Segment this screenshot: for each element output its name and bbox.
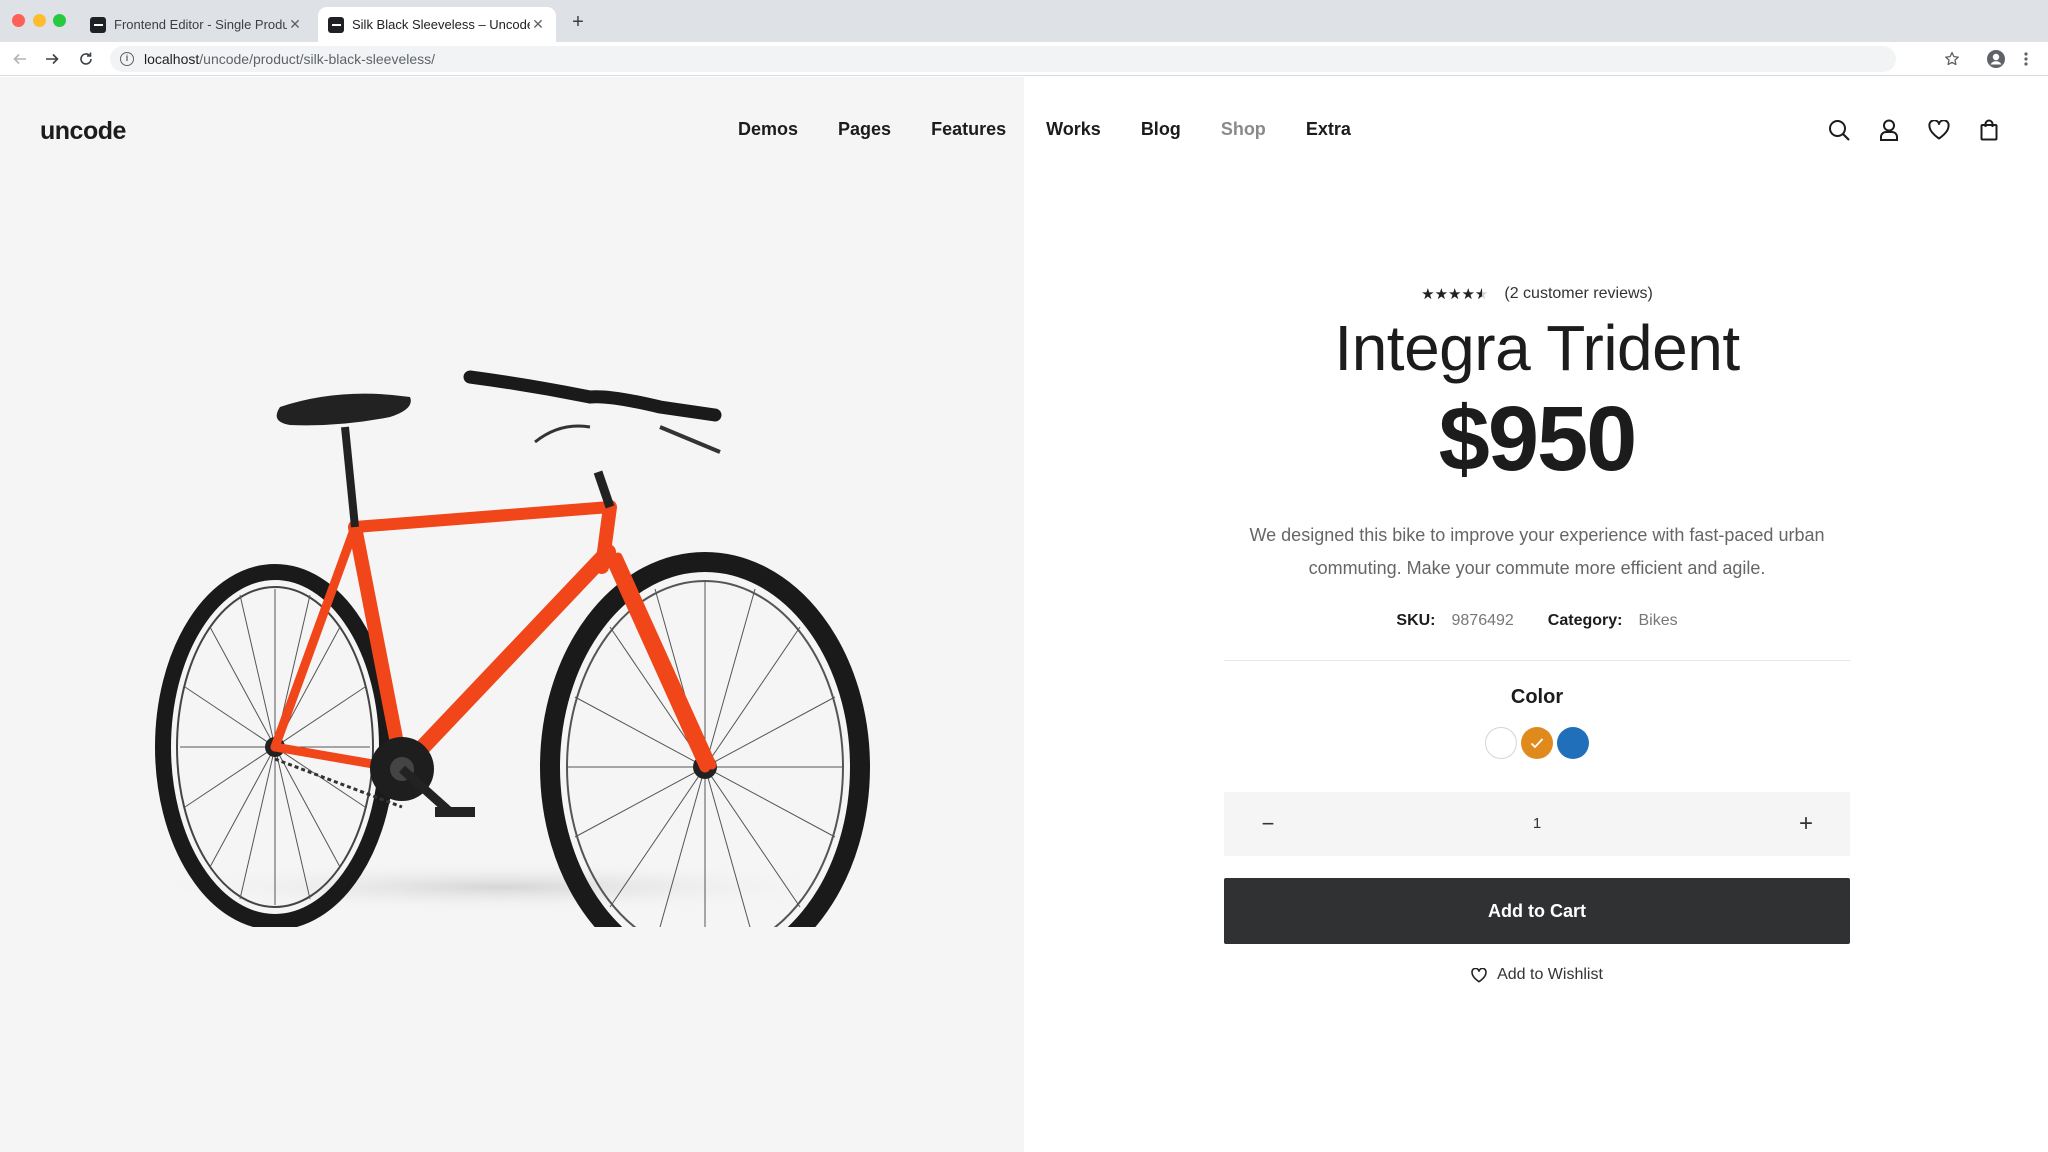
close-window-button[interactable] [12, 14, 25, 27]
heart-icon[interactable] [1926, 117, 1952, 143]
bike-frame [270, 500, 717, 777]
check-icon [1530, 738, 1544, 749]
star-rating-fill: ★★★★★ [1421, 286, 1482, 303]
nav-item-works[interactable]: Works [1046, 119, 1101, 140]
minimize-window-button[interactable] [33, 14, 46, 27]
bag-icon[interactable] [1976, 117, 2002, 143]
site-favicon-icon [90, 16, 106, 33]
nav-item-pages[interactable]: Pages [838, 119, 891, 140]
product-rating: ★★★★★ ★★★★★ (2 customer reviews) [1224, 285, 1850, 303]
url-path: /uncode/product/silk-black-sleeveless/ [199, 51, 436, 67]
browser-tab-frontend-editor[interactable]: Frontend Editor - Single Produ ✕ [80, 7, 313, 42]
close-tab-icon[interactable]: ✕ [530, 16, 546, 33]
category-link[interactable]: Bikes [1638, 612, 1677, 630]
browser-tab-bar: Frontend Editor - Single Produ ✕ Silk Bl… [0, 0, 2048, 42]
product-gallery [0, 77, 1024, 1152]
heart-icon [1471, 967, 1487, 983]
add-to-cart-button[interactable]: Add to Cart [1224, 878, 1850, 944]
color-swatches [1224, 727, 1850, 759]
page: uncode Demos Pages Features Works Blog S… [0, 77, 2048, 1152]
site-favicon-icon [328, 16, 344, 33]
new-tab-button[interactable]: + [566, 10, 590, 34]
swatch-white[interactable] [1485, 727, 1517, 759]
sku-label: SKU: [1396, 612, 1436, 629]
quantity-stepper: 1 − + [1224, 792, 1850, 856]
swatch-blue[interactable] [1557, 727, 1589, 759]
nav-item-demos[interactable]: Demos [738, 119, 798, 140]
star-rating: ★★★★★ ★★★★★ [1421, 285, 1488, 303]
tab-title: Frontend Editor - Single Produ [114, 17, 287, 32]
product-meta: SKU: 9876492 Category: Bikes [1224, 612, 1850, 630]
user-icon[interactable] [1876, 117, 1902, 143]
header-actions [1826, 117, 2026, 143]
browser-menu-button[interactable] [2014, 47, 2038, 71]
product-title: Integra Trident [1334, 312, 1740, 384]
product-price: $950 [1438, 388, 1638, 490]
nav-item-shop[interactable]: Shop [1221, 119, 1266, 140]
main-nav: Demos Pages Features Works Blog Shop Ext… [738, 119, 1391, 140]
color-label: Color [1510, 686, 1564, 708]
handlebar [463, 370, 722, 422]
star-icon [1945, 51, 1959, 66]
bicycle-illustration [140, 370, 870, 982]
wishlist-label: Add to Wishlist [1497, 966, 1603, 983]
tab-title: Silk Black Sleeveless – Uncode [352, 17, 530, 32]
reload-button[interactable] [74, 47, 98, 71]
quantity-decrease-button[interactable]: − [1244, 800, 1292, 848]
back-button[interactable] [8, 47, 32, 71]
swatch-orange[interactable] [1521, 727, 1553, 759]
close-tab-icon[interactable]: ✕ [287, 16, 303, 33]
nav-item-blog[interactable]: Blog [1141, 119, 1181, 140]
forward-button[interactable] [40, 47, 64, 71]
category-label: Category: [1547, 612, 1623, 629]
maximize-window-button[interactable] [53, 14, 66, 27]
sku-value: 9876492 [1451, 612, 1514, 629]
address-bar[interactable]: i localhost/uncode/product/silk-black-sl… [110, 46, 1896, 72]
profile-icon [1987, 50, 2005, 68]
arrow-left-icon [13, 53, 26, 65]
add-to-wishlist-link[interactable]: Add to Wishlist [1224, 966, 1850, 984]
arrow-right-icon [46, 53, 59, 65]
product-image [140, 367, 900, 982]
reload-icon [80, 52, 92, 65]
profile-button[interactable] [1984, 47, 2008, 71]
info-icon[interactable]: i [120, 52, 134, 66]
quantity-increase-button[interactable]: + [1782, 800, 1830, 848]
nav-item-extra[interactable]: Extra [1306, 119, 1351, 140]
search-icon[interactable] [1826, 117, 1852, 143]
url-host: localhost [144, 51, 200, 67]
nav-item-features[interactable]: Features [931, 119, 1006, 140]
site-header: uncode Demos Pages Features Works Blog S… [0, 77, 2048, 187]
product-description: We designed this bike to improve your ex… [1249, 525, 1825, 578]
site-logo[interactable]: uncode [40, 117, 126, 146]
divider [1224, 660, 1850, 661]
bookmark-button[interactable] [1940, 47, 1964, 71]
quantity-input[interactable]: 1 [1224, 792, 1850, 856]
browser-tab-product[interactable]: Silk Black Sleeveless – Uncode ✕ [318, 7, 556, 42]
browser-toolbar: i localhost/uncode/product/silk-black-sl… [0, 42, 2048, 76]
saddle [276, 393, 411, 426]
kebab-icon [2024, 52, 2028, 66]
reviews-link[interactable]: (2 customer reviews) [1504, 285, 1652, 303]
